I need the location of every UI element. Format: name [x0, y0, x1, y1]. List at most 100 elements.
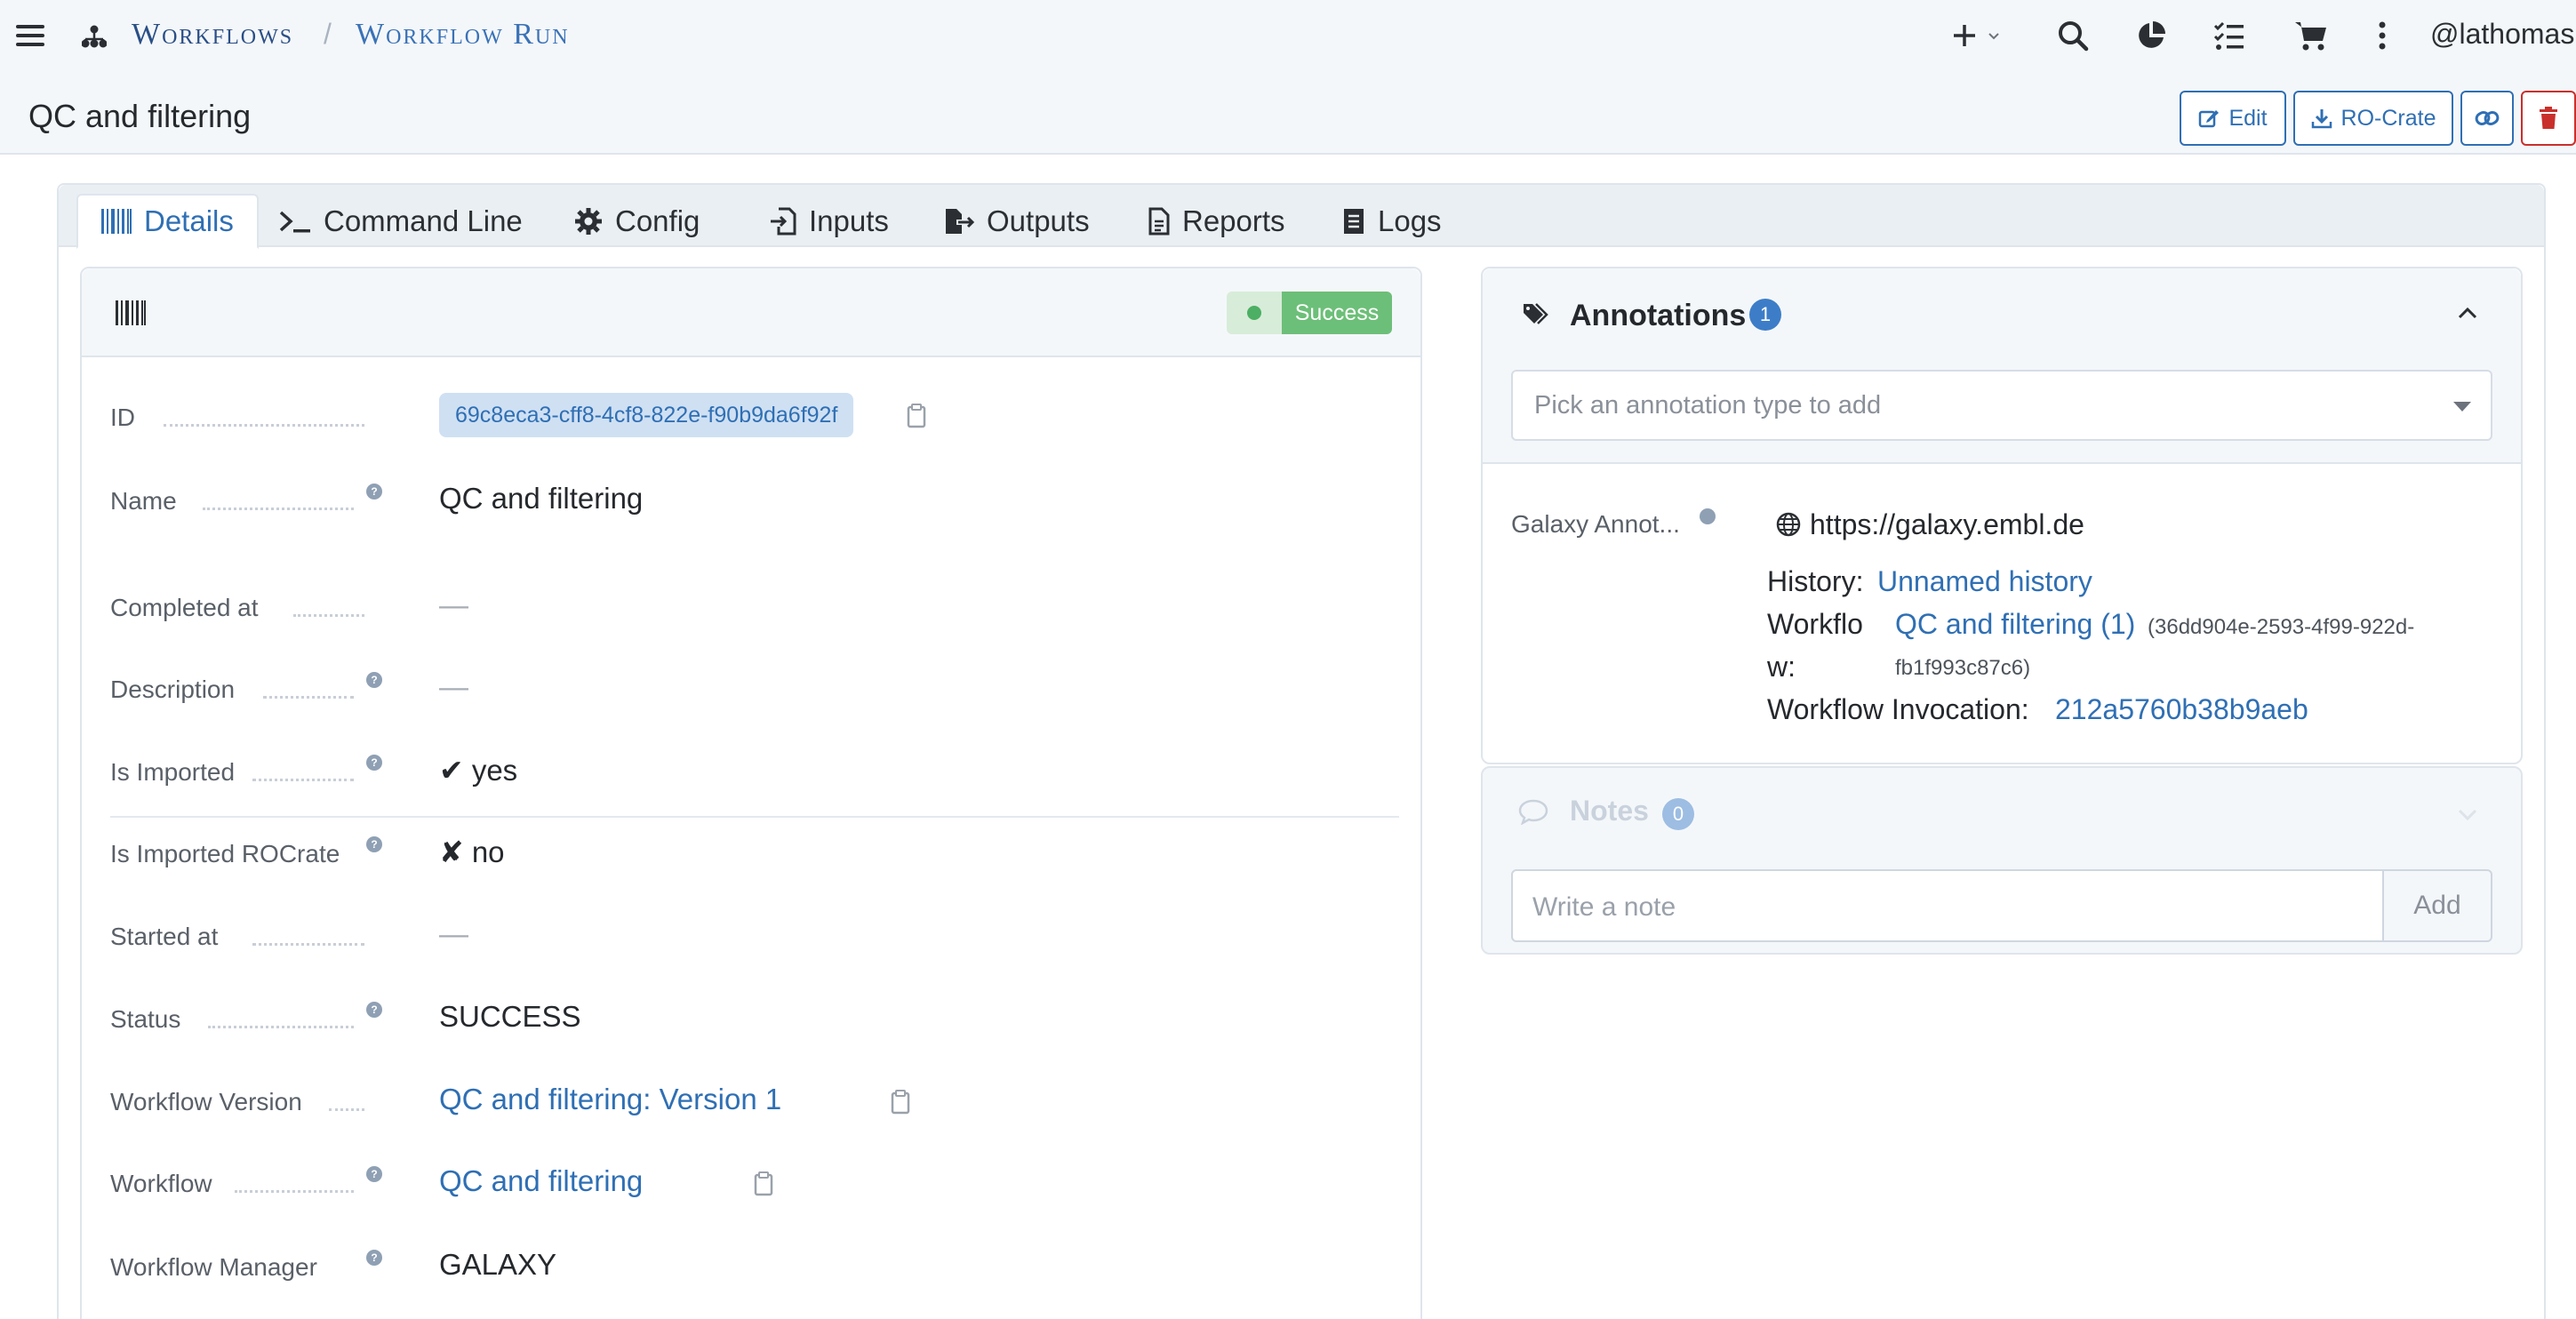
- workflow-uuid: (36dd904e-2593-4f99-922d-: [2148, 615, 2415, 639]
- chevron-up-icon[interactable]: [2457, 306, 2478, 320]
- status-badge: Success: [1227, 292, 1392, 334]
- search-icon[interactable]: [2055, 18, 2091, 53]
- receipt-icon: [1344, 209, 1364, 234]
- tab-label: Reports: [1182, 204, 1285, 237]
- help-icon[interactable]: ?: [366, 1250, 382, 1266]
- clipboard-icon[interactable]: [907, 404, 926, 428]
- user-menu[interactable]: @lathomas: [2430, 18, 2574, 51]
- detail-row-description: Description ? —: [110, 665, 1399, 718]
- annotations-card: Annotations 1 Pick an annotation type to…: [1481, 267, 2523, 764]
- add-dropdown-button[interactable]: [1952, 18, 2005, 53]
- detail-label: Workflow: [110, 1170, 212, 1197]
- detail-value: GALAXY: [439, 1248, 557, 1281]
- annotations-count-badge: 1: [1749, 299, 1781, 331]
- tab-label: Outputs: [987, 204, 1090, 237]
- tab-reports[interactable]: Reports: [1125, 194, 1308, 249]
- rocrate-button[interactable]: RO-Crate: [2293, 91, 2453, 146]
- more-vertical-icon[interactable]: [2364, 18, 2400, 53]
- barcode-icon: [101, 209, 132, 234]
- comment-icon: [1518, 799, 1548, 825]
- tab-config[interactable]: Config: [551, 194, 723, 249]
- download-icon: [2311, 109, 2332, 129]
- tab-label: Details: [144, 204, 234, 237]
- id-chip[interactable]: 69c8eca3-cff8-4cf8-822e-f90b9da6f92f: [439, 393, 854, 437]
- clipboard-icon[interactable]: [754, 1171, 773, 1196]
- breadcrumb-workflow-run[interactable]: Workflow Run: [356, 18, 570, 52]
- pie-chart-icon[interactable]: [2133, 18, 2169, 53]
- add-note-button[interactable]: Add: [2382, 869, 2492, 942]
- menu-icon[interactable]: [14, 20, 46, 52]
- status-badge-label: Success: [1282, 292, 1392, 334]
- help-icon[interactable]: ?: [366, 1002, 382, 1018]
- help-icon[interactable]: ?: [366, 1166, 382, 1182]
- detail-label: Started at: [110, 923, 219, 950]
- clipboard-icon[interactable]: [891, 1090, 910, 1115]
- delete-button[interactable]: [2521, 91, 2576, 146]
- workflow-annotation-link[interactable]: QC and filtering (1): [1895, 608, 2135, 641]
- link-button[interactable]: [2460, 91, 2514, 146]
- tab-bar: Details Command Line Config Inputs Outpu…: [59, 185, 2544, 249]
- globe-icon: [1776, 512, 1801, 537]
- caret-down-icon: [2453, 402, 2471, 412]
- annotation-label: Galaxy Annot...: [1511, 510, 1680, 538]
- detail-value: SUCCESS: [439, 1000, 581, 1033]
- help-icon[interactable]: ?: [366, 672, 382, 688]
- notes-title: Notes: [1570, 795, 1649, 827]
- help-icon[interactable]: ?: [366, 484, 382, 500]
- edit-button[interactable]: Edit: [2180, 91, 2286, 146]
- workflow-version-link[interactable]: QC and filtering: Version 1: [439, 1083, 781, 1116]
- tab-label: Command Line: [324, 204, 523, 237]
- detail-value: —: [439, 670, 468, 703]
- tasks-icon[interactable]: [2212, 18, 2247, 53]
- annotations-title: Annotations: [1570, 299, 1747, 332]
- detail-label: Name: [110, 487, 177, 515]
- note-placeholder: Write a note: [1532, 892, 1676, 922]
- annotations-header: Annotations 1 Pick an annotation type to…: [1483, 268, 2521, 464]
- detail-label: Is Imported: [110, 758, 236, 786]
- detail-label: Description: [110, 675, 236, 703]
- tab-details[interactable]: Details: [76, 194, 259, 249]
- breadcrumb-workflows[interactable]: Workflows: [132, 18, 293, 52]
- detail-value: —: [439, 917, 468, 950]
- help-icon[interactable]: [1700, 508, 1716, 524]
- invocation-label: Workflow Invocation:: [1767, 693, 2029, 725]
- help-icon[interactable]: ?: [366, 755, 382, 771]
- workflow-link[interactable]: QC and filtering: [439, 1164, 643, 1198]
- tab-logs[interactable]: Logs: [1319, 194, 1465, 249]
- detail-row-workflow-manager: Workflow Manager ? GALAXY: [110, 1243, 1399, 1296]
- help-icon[interactable]: ?: [366, 836, 382, 852]
- breadcrumb-separator: /: [324, 18, 332, 50]
- note-input[interactable]: Write a note: [1511, 869, 2384, 942]
- top-navbar: Workflows / Workflow Run @lathomas: [0, 0, 2576, 71]
- terminal-icon: [279, 211, 310, 233]
- detail-value: QC and filtering: [439, 482, 644, 515]
- file-import-icon: [771, 207, 796, 236]
- edit-button-label: Edit: [2228, 105, 2268, 131]
- tab-command-line[interactable]: Command Line: [256, 194, 546, 249]
- invocation-link[interactable]: 212a5760b38b9aeb: [2055, 693, 2308, 726]
- link-icon: [2475, 111, 2500, 125]
- annotation-type-select[interactable]: Pick an annotation type to add: [1511, 370, 2492, 441]
- rocrate-button-label: RO-Crate: [2340, 105, 2436, 131]
- tab-label: Config: [615, 204, 700, 237]
- file-alt-icon: [1148, 207, 1170, 236]
- detail-label: Is Imported ROCrate: [110, 840, 340, 867]
- sitemap-icon: [81, 25, 108, 48]
- divider: [110, 816, 1399, 818]
- tab-outputs[interactable]: Outputs: [921, 194, 1113, 249]
- detail-value: ✘ no: [439, 835, 505, 868]
- notes-card: Notes 0 Write a note Add: [1481, 766, 2523, 955]
- tab-inputs[interactable]: Inputs: [747, 194, 912, 249]
- history-label: History:: [1767, 565, 1864, 597]
- detail-row-workflow-version: Workflow Version QC and filtering: Versi…: [110, 1077, 1399, 1131]
- page-header: QC and filtering Edit RO-Crate: [0, 71, 2576, 155]
- detail-value: —: [439, 588, 468, 621]
- history-link[interactable]: Unnamed history: [1877, 565, 2092, 598]
- chevron-down-icon[interactable]: [2457, 807, 2478, 821]
- page-title: QC and filtering: [28, 98, 252, 134]
- detail-row-workflow: Workflow ? QC and filtering: [110, 1159, 1399, 1212]
- detail-value: ✔ yes: [439, 754, 518, 787]
- detail-row-status: Status ? SUCCESS: [110, 995, 1399, 1048]
- cart-icon[interactable]: [2293, 18, 2329, 53]
- workflow-label: Workflo: [1767, 608, 1863, 640]
